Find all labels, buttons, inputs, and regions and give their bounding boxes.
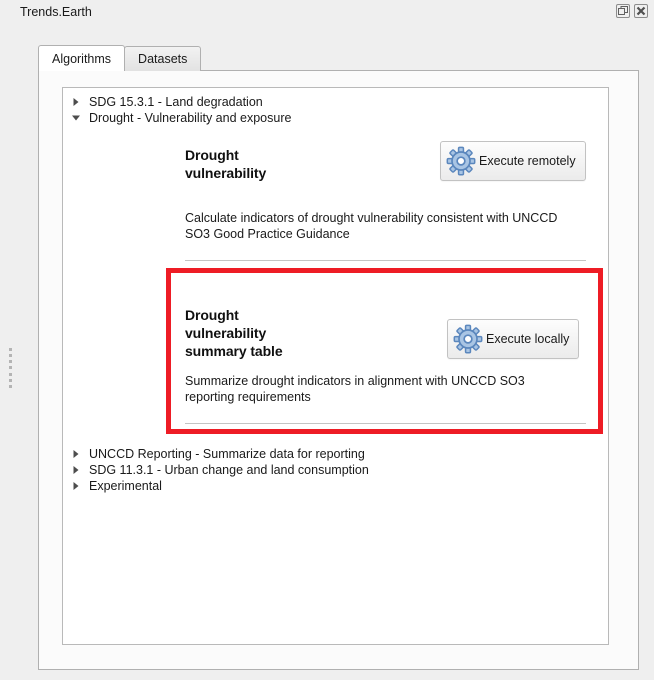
algorithm-title-line: Drought [185,147,239,163]
chevron-right-icon[interactable] [63,481,89,491]
tree-item-label: UNCCD Reporting - Summarize data for rep… [89,447,365,461]
tree-item-label: SDG 11.3.1 - Urban change and land consu… [89,463,369,477]
close-icon[interactable] [634,4,648,18]
algorithm-title-line: Drought [185,307,239,323]
execute-button-label: Execute remotely [479,154,576,168]
algorithm-separator [185,423,586,424]
tree-group-bottom: UNCCD Reporting - Summarize data for rep… [63,446,608,494]
chevron-down-icon[interactable] [63,114,89,122]
chevron-right-icon[interactable] [63,97,89,107]
algorithm-title: Drought vulnerability summary table [185,306,385,360]
algorithm-card-drought-vulnerability-summary-table: Drought vulnerability summary table Summ… [63,306,608,424]
execute-locally-button[interactable]: Execute locally [447,319,580,359]
tree-item-drought-vulnerability-exposure[interactable]: Drought - Vulnerability and exposure [63,110,608,126]
tab-datasets[interactable]: Datasets [124,46,202,71]
gear-icon [446,146,476,176]
algorithm-description: Calculate indicators of drought vulnerab… [185,211,558,241]
tree-item-label: SDG 15.3.1 - Land degradation [89,95,263,109]
execute-remotely-button[interactable]: Execute remotely [440,141,586,181]
panel-resize-handle[interactable] [9,348,12,388]
tree-item-label: Experimental [89,479,162,493]
chevron-right-icon[interactable] [63,449,89,459]
algorithm-title-line: summary table [185,343,283,359]
tree-item-sdg-11-3-1[interactable]: SDG 11.3.1 - Urban change and land consu… [63,462,608,478]
algorithm-title-line: vulnerability [185,165,267,181]
chevron-right-icon[interactable] [63,465,89,475]
title-bar: Trends.Earth [0,0,654,26]
tree-item-label: Drought - Vulnerability and exposure [89,111,292,125]
algorithm-title: Drought vulnerability [185,146,385,182]
tab-algorithms[interactable]: Algorithms [38,45,126,71]
float-icon[interactable] [616,4,630,18]
tree-item-experimental[interactable]: Experimental [63,478,608,494]
window-title: Trends.Earth [20,5,92,19]
execute-button-label: Execute locally [486,332,570,346]
algorithm-description: Summarize drought indicators in alignmen… [185,374,525,404]
tree-group-top: SDG 15.3.1 - Land degradation Drought - … [63,94,608,126]
window-controls [616,4,648,18]
algorithm-tree: SDG 15.3.1 - Land degradation Drought - … [62,87,609,645]
tree-item-unccd-reporting[interactable]: UNCCD Reporting - Summarize data for rep… [63,446,608,462]
gear-icon [453,324,483,354]
tab-datasets-label: Datasets [138,52,188,66]
tab-algorithms-label: Algorithms [52,51,112,66]
tree-item-sdg-15-3-1[interactable]: SDG 15.3.1 - Land degradation [63,94,608,110]
trends-earth-panel: Trends.Earth Algorithms Datasets SDG 15.… [0,0,654,680]
algorithm-title-line: vulnerability [185,325,267,341]
tab-bar: Algorithms Datasets [38,45,202,71]
algorithm-card-drought-vulnerability: Drought vulnerability Calculate indicato… [63,141,608,261]
algorithm-separator [185,260,586,261]
